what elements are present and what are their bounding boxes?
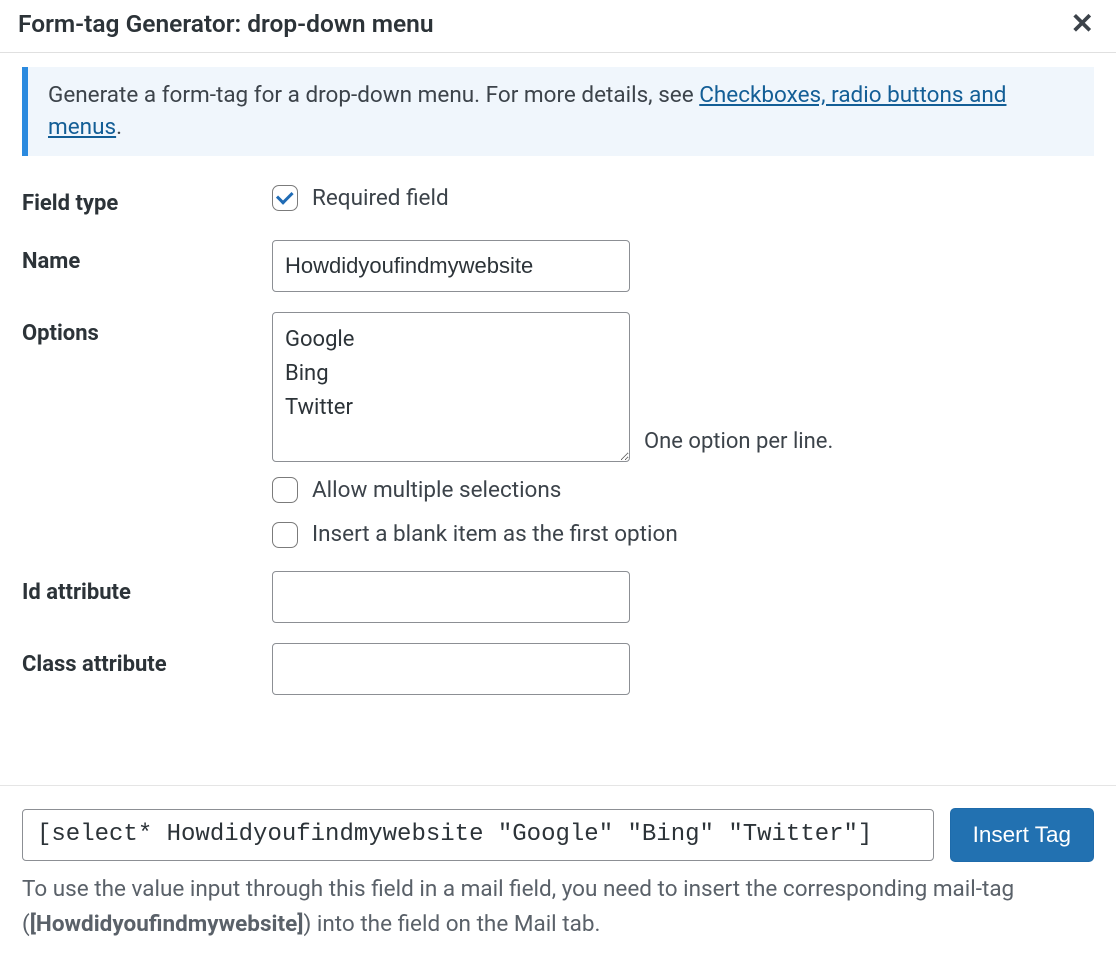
insert-tag-button[interactable]: Insert Tag: [950, 808, 1094, 862]
mail-tag-help: To use the value input through this fiel…: [0, 872, 1116, 960]
row-class-attribute: Class attribute: [22, 643, 1094, 695]
notice-lead-text: Generate a form-tag for a drop-down menu…: [48, 82, 699, 108]
label-field-type: Field type: [22, 182, 272, 220]
options-hint: One option per line.: [644, 426, 833, 462]
title-bar: Form-tag Generator: drop-down menu ✕: [0, 0, 1116, 53]
label-options: Options: [22, 312, 272, 350]
info-notice: Generate a form-tag for a drop-down menu…: [22, 67, 1094, 156]
label-class-attr: Class attribute: [22, 643, 272, 681]
allow-multiple-checkbox[interactable]: Allow multiple selections: [272, 474, 1094, 507]
label-name: Name: [22, 240, 272, 278]
row-options: Options One option per line. Allow multi…: [22, 312, 1094, 551]
notice-period: .: [116, 114, 122, 140]
checkbox-icon: [272, 185, 298, 211]
mail-help-after: ) into the field on the Mail tab.: [303, 911, 600, 937]
generated-tag-output[interactable]: [22, 809, 934, 861]
row-field-type: Field type Required field: [22, 182, 1094, 220]
mail-tag-code: [Howdidyoufindmywebsite]: [30, 911, 304, 937]
required-field-label: Required field: [312, 182, 449, 215]
allow-multiple-label: Allow multiple selections: [312, 474, 561, 507]
row-id-attribute: Id attribute: [22, 571, 1094, 623]
close-icon[interactable]: ✕: [1067, 10, 1098, 38]
required-field-checkbox[interactable]: Required field: [272, 182, 1094, 215]
label-id-attr: Id attribute: [22, 571, 272, 609]
checkbox-icon: [272, 522, 298, 548]
blank-first-label: Insert a blank item as the first option: [312, 518, 678, 551]
name-input[interactable]: [272, 240, 630, 292]
dialog-content: Generate a form-tag for a drop-down menu…: [0, 53, 1116, 735]
class-attribute-input[interactable]: [272, 643, 630, 695]
dialog-title: Form-tag Generator: drop-down menu: [18, 6, 434, 42]
options-textarea[interactable]: [272, 312, 630, 462]
insert-strip: Insert Tag: [0, 786, 1116, 872]
checkbox-icon: [272, 477, 298, 503]
row-name: Name: [22, 240, 1094, 292]
id-attribute-input[interactable]: [272, 571, 630, 623]
blank-first-checkbox[interactable]: Insert a blank item as the first option: [272, 518, 1094, 551]
